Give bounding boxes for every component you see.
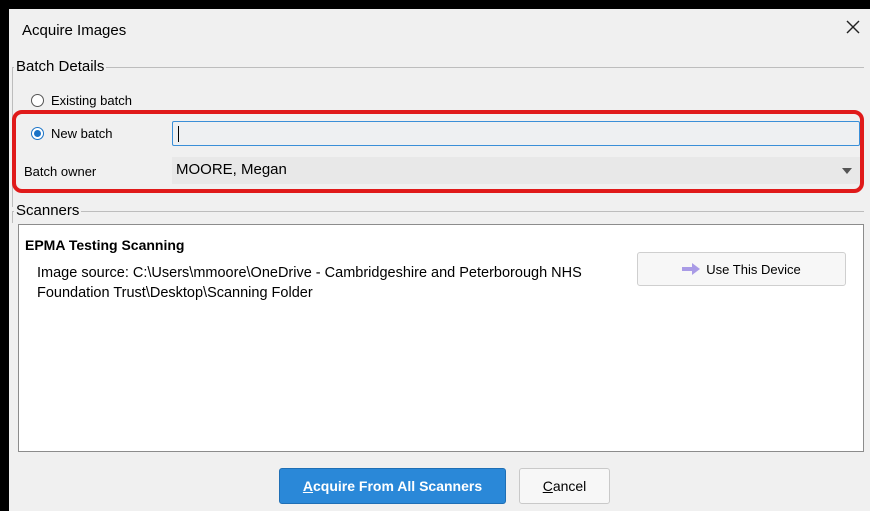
batch-details-left-rule	[12, 67, 13, 207]
new-batch-radio[interactable]	[31, 127, 44, 140]
scanner-list: EPMA Testing Scanning Image source: C:\U…	[18, 224, 864, 452]
window-border-left	[0, 0, 9, 511]
existing-batch-label: Existing batch	[51, 93, 132, 108]
close-button[interactable]	[840, 14, 866, 40]
batch-details-label: Batch Details	[14, 58, 107, 75]
scanner-name: EPMA Testing Scanning	[25, 237, 185, 253]
use-this-device-button[interactable]: Use This Device	[637, 252, 846, 286]
dialog-title: Acquire Images	[22, 22, 127, 39]
chevron-down-icon	[842, 168, 852, 174]
batch-owner-label: Batch owner	[24, 164, 97, 179]
window-border-left-lower	[0, 454, 9, 511]
new-batch-label: New batch	[51, 126, 113, 141]
batch-owner-value: MOORE, Megan	[176, 161, 287, 178]
use-this-device-label: Use This Device	[706, 261, 801, 277]
arrow-right-icon	[682, 263, 701, 275]
scanner-image-source: Image source: C:\Users\mmoore\OneDrive -…	[37, 265, 582, 301]
text-caret	[178, 126, 179, 142]
scanners-label: Scanners	[14, 202, 82, 219]
acquire-from-all-scanners-label: Acquire From All Scanners	[302, 478, 483, 494]
window-border-top	[0, 0, 870, 9]
close-icon	[846, 20, 860, 34]
batch-owner-select[interactable]: MOORE, Megan	[172, 157, 860, 184]
new-batch-name-input[interactable]	[172, 121, 860, 146]
cancel-button[interactable]: Cancel	[519, 468, 610, 504]
scanners-divider	[12, 211, 864, 212]
existing-batch-radio[interactable]	[31, 94, 44, 107]
acquire-images-dialog: Acquire Images Batch Details Existing ba…	[0, 0, 870, 511]
scanners-left-rule	[12, 211, 13, 223]
acquire-from-all-scanners-button[interactable]: Acquire From All Scanners	[279, 468, 506, 504]
cancel-label: Cancel	[542, 478, 587, 494]
batch-details-divider	[12, 67, 864, 68]
